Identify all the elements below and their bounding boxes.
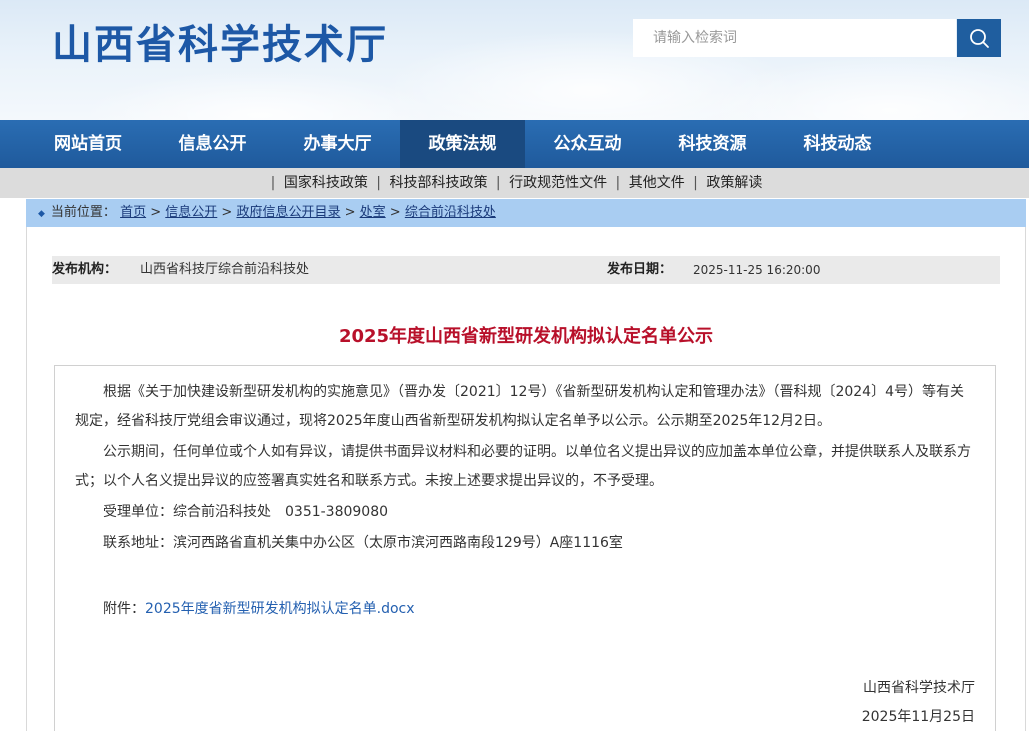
- publish-date-value: 2025-11-25 16:20:00: [693, 263, 821, 277]
- article-paragraph: 根据《关于加快建设新型研发机构的实施意见》（晋办发〔2021〕12号）《省新型研…: [75, 384, 964, 429]
- breadcrumb-departments[interactable]: 处室: [360, 205, 386, 220]
- article-meta-bar: 发布机构： 山西省科技厅综合前沿科技处 发布日期： 2025-11-25 16:…: [52, 256, 1000, 284]
- subnav-separator: |: [615, 175, 621, 191]
- nav-item-service-hall[interactable]: 办事大厅: [275, 120, 400, 168]
- subnav-item-most-policy[interactable]: 科技部科技政策: [389, 175, 487, 191]
- attachment-label: 附件：: [103, 601, 145, 617]
- attachment-link[interactable]: 2025年度省新型研发机构拟认定名单.docx: [145, 601, 415, 617]
- contact-address: 联系地址：滨河西路省直机关集中办公区（太原市滨河西路南段129号）A座1116室: [103, 535, 623, 551]
- contact-unit: 受理单位：综合前沿科技处 0351-3809080: [103, 504, 389, 520]
- nav-item-tech-resources[interactable]: 科技资源: [650, 120, 775, 168]
- subnav-item-national-policy[interactable]: 国家科技政策: [284, 175, 368, 191]
- sub-nav: | 国家科技政策 | 科技部科技政策 | 行政规范性文件 | 其他文件 | 政策…: [0, 168, 1029, 198]
- publisher-label: 发布机构：: [52, 262, 118, 277]
- breadcrumb-prefix: 当前位置：: [50, 205, 116, 220]
- subnav-item-policy-interpretation[interactable]: 政策解读: [706, 175, 762, 191]
- site-title: 山西省科学技术厅: [52, 22, 388, 68]
- nav-item-info-disclosure[interactable]: 信息公开: [150, 120, 275, 168]
- nav-item-policies[interactable]: 政策法规: [400, 120, 525, 168]
- breadcrumb-info-disclosure[interactable]: 信息公开: [165, 205, 217, 220]
- breadcrumb-bullet-icon: ◆: [38, 209, 45, 219]
- subnav-separator: |: [693, 175, 698, 191]
- breadcrumb-home[interactable]: 首页: [120, 205, 146, 220]
- subnav-item-normative-docs[interactable]: 行政规范性文件: [509, 175, 607, 191]
- search-input[interactable]: [633, 19, 956, 57]
- signature-org: 山西省科学技术厅: [863, 680, 975, 696]
- nav-item-public-interaction[interactable]: 公众互动: [525, 120, 650, 168]
- breadcrumb-current-dept[interactable]: 综合前沿科技处: [405, 205, 496, 220]
- search-button[interactable]: [957, 19, 1001, 57]
- publisher-value: 山西省科技厅综合前沿科技处: [140, 262, 310, 277]
- main-nav: 网站首页 信息公开 办事大厅 政策法规 公众互动 科技资源 科技动态: [0, 120, 1029, 168]
- publish-date-label: 发布日期：: [607, 262, 673, 277]
- subnav-separator: |: [495, 175, 501, 191]
- signature-date: 2025年11月25日: [861, 709, 975, 725]
- subnav-separator: |: [270, 175, 276, 191]
- header-banner: 山西省科学技术厅: [0, 0, 1029, 120]
- attachment-line: 附件：2025年度省新型研发机构拟认定名单.docx: [75, 595, 975, 624]
- nav-item-home[interactable]: 网站首页: [26, 120, 150, 168]
- breadcrumb-catalog[interactable]: 政府信息公开目录: [236, 205, 340, 220]
- article-body: 根据《关于加快建设新型研发机构的实施意见》（晋办发〔2021〕12号）《省新型研…: [54, 365, 996, 731]
- nav-item-tech-news[interactable]: 科技动态: [775, 120, 900, 168]
- subnav-item-other-docs[interactable]: 其他文件: [629, 175, 685, 191]
- search-icon: [970, 29, 989, 48]
- subnav-separator: |: [376, 175, 381, 191]
- article-paragraph: 公示期间，任何单位或个人如有异议，请提供书面异议材料和必要的证明。以单位名义提出…: [75, 444, 971, 489]
- article-title: 2025年度山西省新型研发机构拟认定名单公示: [338, 326, 714, 347]
- breadcrumb: ◆ 当前位置： 首页 > 信息公开 > 政府信息公开目录 > 处室 > 综合前沿科…: [26, 199, 1026, 227]
